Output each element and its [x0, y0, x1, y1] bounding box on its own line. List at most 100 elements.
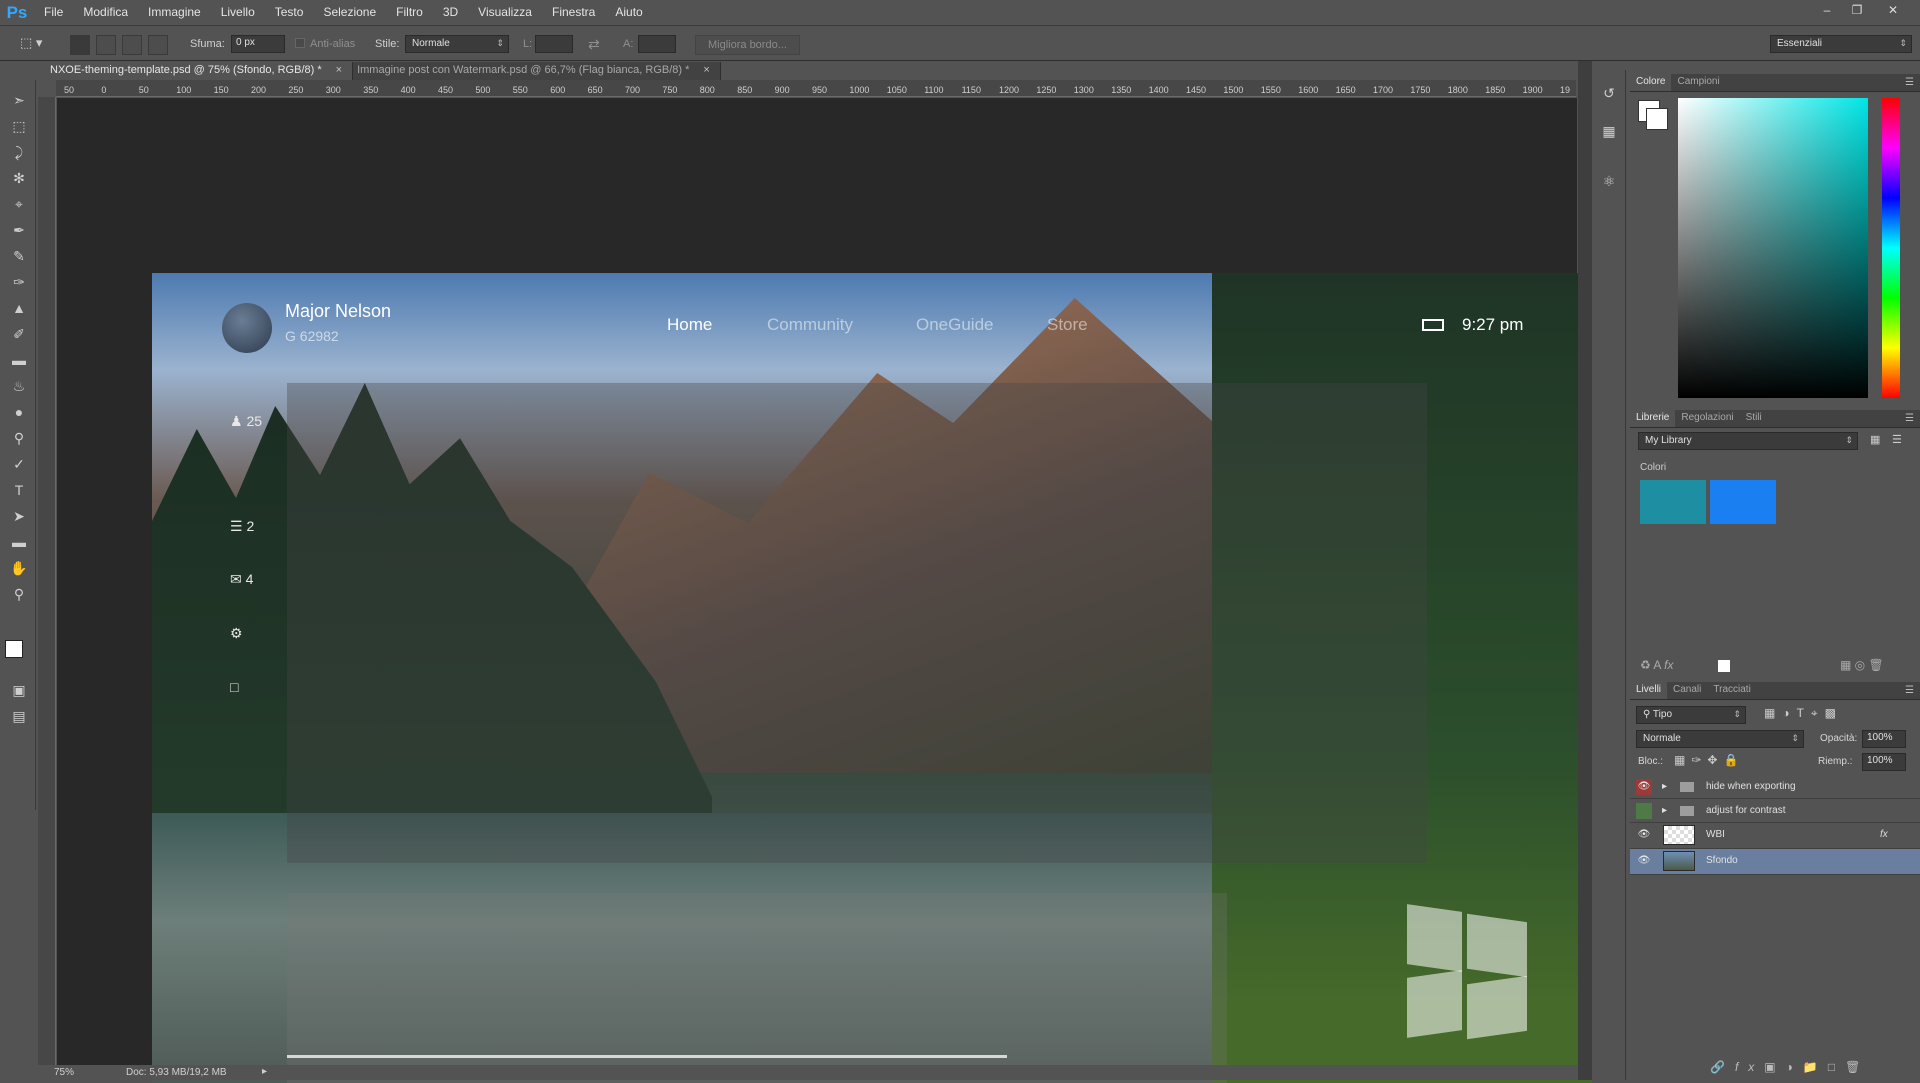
eyedropper-icon[interactable]: ✒	[8, 220, 30, 240]
marquee-preset-icon[interactable]: ⬚ ▾	[20, 35, 56, 55]
menu-filtro[interactable]: Filtro	[386, 0, 433, 25]
lasso-tool-icon[interactable]: ⤸	[8, 142, 30, 162]
tab-campioni[interactable]: Campioni	[1671, 74, 1725, 91]
menu-3d[interactable]: 3D	[433, 0, 468, 25]
layer-row[interactable]: 👁 ▸ hide when exporting	[1630, 775, 1920, 799]
minimize-icon[interactable]: –	[1812, 0, 1842, 20]
tab-watermark[interactable]: Immagine post con Watermark.psd @ 66,7% …	[353, 62, 721, 80]
paths-panel-icon[interactable]: ⚛	[1598, 170, 1620, 192]
tab-colore[interactable]: Colore	[1630, 74, 1672, 91]
tab-livelli[interactable]: Livelli	[1630, 682, 1668, 699]
layer-row[interactable]: 👁 WBI fx	[1630, 823, 1920, 849]
tab-stili[interactable]: Stili	[1740, 410, 1768, 427]
hand-tool-icon[interactable]: ✋	[8, 558, 30, 578]
properties-panel-icon[interactable]: ▦	[1598, 120, 1620, 142]
layer-filter-select[interactable]: ⚲ Tipo	[1636, 706, 1746, 724]
history-panel-icon[interactable]: ↺	[1598, 82, 1620, 104]
workspace-select[interactable]: Essenziali	[1770, 35, 1912, 53]
tab-librerie[interactable]: Librerie	[1630, 410, 1676, 427]
crop-tool-icon[interactable]: ⌖	[8, 194, 30, 214]
menu-visualizza[interactable]: Visualizza	[468, 0, 542, 25]
color-field[interactable]	[1678, 98, 1868, 398]
intersect-selection-icon[interactable]	[148, 35, 168, 55]
expand-arrow-icon[interactable]: ▸	[1662, 781, 1667, 792]
close-tab-icon[interactable]: ×	[336, 64, 342, 80]
blur-tool-icon[interactable]: ●	[8, 402, 30, 422]
panel-menu-icon[interactable]: ☰	[1905, 77, 1914, 88]
screen-mode-icon[interactable]: ▤	[8, 706, 30, 726]
quick-mask-icon[interactable]: ▣	[8, 680, 30, 700]
menu-testo[interactable]: Testo	[265, 0, 314, 25]
close-tab-icon[interactable]: ×	[703, 64, 709, 80]
tab-tracciati[interactable]: Tracciati	[1707, 682, 1756, 699]
move-tool-icon[interactable]: ➣	[8, 90, 30, 110]
marquee-tool-icon[interactable]: ⬚	[8, 116, 30, 136]
zoom-tool-icon[interactable]: ⚲	[8, 584, 30, 604]
panel-menu-icon[interactable]: ☰	[1905, 685, 1914, 696]
width-input[interactable]	[535, 35, 573, 53]
clone-stamp-icon[interactable]: ▲	[8, 298, 30, 318]
opacity-input[interactable]: 100%	[1862, 730, 1906, 748]
lock-icons[interactable]: ▦✑✥🔒	[1674, 753, 1744, 767]
rectangle-tool-icon[interactable]: ▬	[8, 532, 30, 552]
background-swatch[interactable]	[1646, 108, 1668, 130]
panel-collapse-strip[interactable]	[1578, 61, 1592, 1080]
menu-modifica[interactable]: Modifica	[73, 0, 138, 25]
library-select[interactable]: My Library	[1638, 432, 1858, 450]
tab-regolazioni[interactable]: Regolazioni	[1675, 410, 1739, 427]
eraser-tool-icon[interactable]: ▬	[8, 350, 30, 370]
feather-input[interactable]: 0 px	[231, 35, 285, 53]
hue-slider[interactable]	[1882, 98, 1900, 398]
swap-icon[interactable]: ⇄	[588, 36, 600, 53]
fx-icon[interactable]: fx	[1880, 829, 1888, 840]
new-selection-icon[interactable]	[70, 35, 90, 55]
menu-immagine[interactable]: Immagine	[138, 0, 211, 25]
brush-tool-icon[interactable]: ✑	[8, 272, 30, 292]
layer-row[interactable]: 👁 Sfondo	[1630, 849, 1920, 875]
layer-filter-icons[interactable]: ▦◑T⌖▩	[1764, 706, 1843, 721]
blend-mode-select[interactable]: Normale	[1636, 730, 1804, 748]
panel-menu-icon[interactable]: ☰	[1905, 413, 1914, 424]
pen-tool-icon[interactable]: ✓	[8, 454, 30, 474]
style-select[interactable]: Normale	[405, 35, 509, 53]
fill-input[interactable]: 100%	[1862, 753, 1906, 771]
library-actions-icons[interactable]: ▦ ◎ 🗑	[1840, 658, 1884, 672]
refine-edge-button[interactable]: Migliora bordo...	[695, 35, 800, 55]
expand-arrow-icon[interactable]: ▸	[1662, 805, 1667, 816]
healing-brush-icon[interactable]: ✎	[8, 246, 30, 266]
canvas-area[interactable]: Major Nelson G 62982 Home Community OneG…	[57, 98, 1592, 1083]
zoom-level[interactable]: 75%	[54, 1067, 74, 1078]
foreground-color-icon[interactable]	[5, 640, 23, 658]
add-color-icon[interactable]	[1718, 660, 1730, 672]
library-add-icons[interactable]: ♻ A fx	[1640, 658, 1673, 672]
menu-aiuto[interactable]: Aiuto	[605, 0, 652, 25]
grid-view-icon[interactable]: ▦	[1870, 433, 1880, 446]
close-icon[interactable]: ✕	[1878, 0, 1908, 20]
quick-selection-icon[interactable]: ✻	[8, 168, 30, 188]
add-selection-icon[interactable]	[96, 35, 116, 55]
layer-row[interactable]: ▸ adjust for contrast	[1630, 799, 1920, 823]
history-brush-icon[interactable]: ✐	[8, 324, 30, 344]
status-arrow-icon[interactable]: ▸	[262, 1066, 267, 1077]
type-tool-icon[interactable]: T	[8, 480, 30, 500]
paint-bucket-icon[interactable]: ♨	[8, 376, 30, 396]
tab-nxoe[interactable]: NXOE-theming-template.psd @ 75% (Sfondo,…	[46, 62, 354, 80]
dodge-tool-icon[interactable]: ⚲	[8, 428, 30, 448]
visibility-eye-icon[interactable]	[1636, 803, 1652, 819]
menu-file[interactable]: File	[34, 0, 73, 25]
layers-footer-icons[interactable]: 🔗fx▣◑📁□🗑	[1710, 1060, 1870, 1074]
restore-icon[interactable]: ❐	[1842, 0, 1872, 20]
menu-selezione[interactable]: Selezione	[313, 0, 386, 25]
path-selection-icon[interactable]: ➤	[8, 506, 30, 526]
menu-livello[interactable]: Livello	[211, 0, 265, 25]
antialias-checkbox[interactable]	[295, 38, 305, 48]
list-view-icon[interactable]: ☰	[1892, 433, 1902, 446]
subtract-selection-icon[interactable]	[122, 35, 142, 55]
height-input[interactable]	[638, 35, 676, 53]
library-color-swatch[interactable]	[1710, 480, 1776, 524]
tab-canali[interactable]: Canali	[1667, 682, 1707, 699]
visibility-eye-icon[interactable]: 👁	[1636, 779, 1652, 795]
document-canvas[interactable]: Major Nelson G 62982 Home Community OneG…	[152, 273, 1592, 1083]
visibility-eye-icon[interactable]: 👁	[1636, 827, 1652, 843]
visibility-eye-icon[interactable]: 👁	[1636, 853, 1652, 869]
